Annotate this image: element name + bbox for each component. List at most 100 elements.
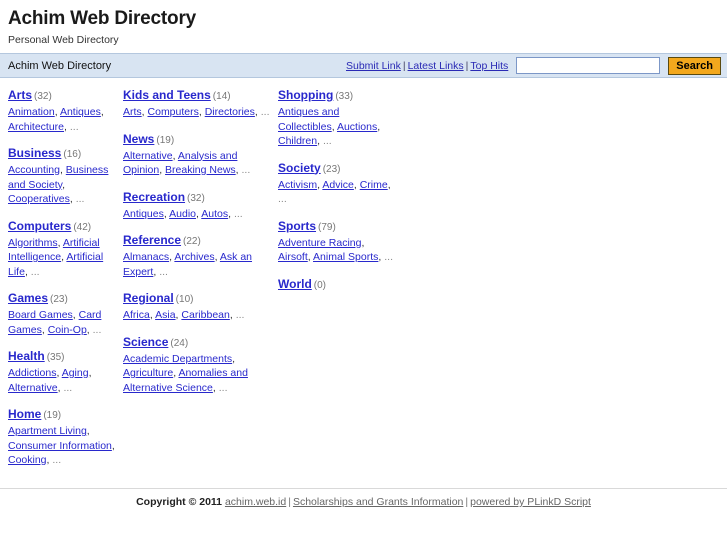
subcategory-link[interactable]: Coin-Op bbox=[48, 324, 87, 336]
subcategory-link[interactable]: Board Games bbox=[8, 309, 73, 321]
subcategory-link[interactable]: Antiques bbox=[60, 106, 101, 118]
page-footer: Copyright © 2011 achim.web.id | Scholarshi… bbox=[0, 488, 727, 508]
subcategory-link[interactable]: Antiques and Collectibles bbox=[278, 106, 339, 133]
subcategory-link[interactable]: Addictions bbox=[8, 367, 56, 379]
category-link[interactable]: Regional bbox=[123, 291, 174, 305]
category-link[interactable]: Health bbox=[8, 349, 45, 363]
category-count: (42) bbox=[73, 221, 92, 233]
subcategory-link[interactable]: Asia bbox=[155, 309, 175, 321]
category-link[interactable]: Society bbox=[278, 161, 321, 175]
category-block: Regional (10) Africa, Asia, Caribbean, ... bbox=[123, 291, 278, 323]
subcategory-more: ... bbox=[75, 193, 85, 205]
category-link[interactable]: Sports bbox=[278, 219, 316, 233]
subcategory-list: Apartment Living, Consumer Information, … bbox=[8, 424, 123, 468]
category-link[interactable]: Reference bbox=[123, 233, 181, 247]
category-heading: Shopping (33) bbox=[278, 88, 393, 104]
subcategory-link[interactable]: Accounting bbox=[8, 164, 60, 176]
category-link[interactable]: Kids and Teens bbox=[123, 88, 211, 102]
category-block: Recreation (32) Antiques, Audio, Autos, ..… bbox=[123, 190, 278, 222]
subcategory-list: Adventure Racing, Airsoft, Animal Sports… bbox=[278, 236, 393, 265]
category-column-1: Kids and Teens (14) Arts, Computers, Direc… bbox=[123, 88, 278, 407]
category-link[interactable]: Home bbox=[8, 407, 41, 421]
subcategory-link[interactable]: Caribbean bbox=[181, 309, 229, 321]
subcategory-link[interactable]: Almanacs bbox=[123, 251, 169, 263]
subcategory-link[interactable]: Audio bbox=[169, 208, 196, 220]
site-tagline: Personal Web Directory bbox=[8, 34, 119, 46]
subcategory-link[interactable]: Antiques bbox=[123, 208, 164, 220]
footer-link-site[interactable]: achim.web.id bbox=[225, 496, 286, 508]
category-link[interactable]: Recreation bbox=[123, 190, 185, 204]
navbar-right-group: Submit Link | Latest Links | Top Hits Search bbox=[346, 56, 721, 75]
subcategory-link[interactable]: Academic Departments bbox=[123, 353, 232, 365]
navigation-bar: Achim Web Directory Submit Link | Latest L… bbox=[0, 53, 727, 78]
footer-link-powered-by[interactable]: powered by PLinkD Script bbox=[470, 496, 591, 508]
category-link[interactable]: Games bbox=[8, 291, 48, 305]
subcategory-link[interactable]: Children bbox=[278, 135, 317, 147]
submit-link[interactable]: Submit Link bbox=[346, 60, 401, 72]
search-button[interactable]: Search bbox=[668, 56, 721, 75]
subcategory-more: ... bbox=[241, 164, 251, 176]
subcategory-link[interactable]: Adventure Racing bbox=[278, 237, 361, 249]
subcategory-link[interactable]: Cooperatives bbox=[8, 193, 70, 205]
subcategory-link[interactable]: Cooking bbox=[8, 454, 47, 466]
category-link[interactable]: Science bbox=[123, 335, 168, 349]
search-input[interactable] bbox=[516, 57, 661, 74]
category-link[interactable]: Shopping bbox=[278, 88, 333, 102]
category-count: (14) bbox=[212, 91, 231, 102]
subcategory-more: ... bbox=[235, 309, 245, 321]
subcategory-link[interactable]: Aging bbox=[62, 367, 89, 379]
category-link[interactable]: Business bbox=[8, 146, 61, 160]
subcategory-link[interactable]: Alternative bbox=[123, 150, 173, 162]
category-heading: Sports (79) bbox=[278, 219, 393, 235]
subcategory-link[interactable]: Activism bbox=[278, 179, 317, 191]
subcategory-link[interactable]: Animation bbox=[8, 106, 55, 118]
subcategory-link[interactable]: Advice bbox=[322, 179, 354, 191]
category-count: (19) bbox=[156, 134, 175, 146]
directory-content: Arts (32) Animation, Antiques, Architectur… bbox=[0, 78, 727, 468]
subcategory-link[interactable]: Africa bbox=[123, 309, 150, 321]
category-count: (10) bbox=[175, 294, 194, 305]
footer-separator-1: | bbox=[288, 496, 291, 508]
subcategory-link[interactable]: Agriculture bbox=[123, 367, 173, 379]
category-link[interactable]: Computers bbox=[8, 219, 71, 233]
nav-separator-1: | bbox=[402, 59, 406, 72]
subcategory-more: ... bbox=[30, 265, 40, 278]
subcategory-list: Algorithms, Artificial Intelligence, Art… bbox=[8, 236, 123, 280]
subcategory-list: Antiques and Collectibles, Auctions, Chi… bbox=[278, 105, 393, 149]
category-heading: Health (35) bbox=[8, 349, 123, 365]
subcategory-link[interactable]: Breaking News bbox=[165, 164, 236, 176]
subcategory-link[interactable]: Computers bbox=[148, 106, 199, 118]
category-block: Health (35) Addictions, Aging, Alternative… bbox=[8, 349, 123, 395]
category-block: Kids and Teens (14) Arts, Computers, Direc… bbox=[123, 88, 278, 120]
subcategory-more: ... bbox=[69, 120, 79, 133]
subcategory-link[interactable]: Auctions bbox=[337, 121, 377, 133]
category-link[interactable]: World bbox=[278, 277, 312, 291]
subcategory-more: ... bbox=[218, 381, 228, 394]
subcategory-link[interactable]: Architecture bbox=[8, 121, 64, 133]
subcategory-link[interactable]: Alternative bbox=[8, 382, 58, 394]
subcategory-link[interactable]: Archives bbox=[174, 251, 214, 263]
subcategory-link[interactable]: Consumer Information bbox=[8, 440, 112, 452]
footer-link-scholarships[interactable]: Scholarships and Grants Information bbox=[293, 496, 463, 508]
subcategory-link[interactable]: Directories bbox=[205, 106, 255, 118]
latest-links-link[interactable]: Latest Links bbox=[408, 60, 464, 72]
subcategory-link[interactable]: Apartment Living bbox=[8, 425, 87, 437]
subcategory-link[interactable]: Algorithms bbox=[8, 237, 58, 249]
category-block: Sports (79) Adventure Racing, Airsoft, Ani… bbox=[278, 219, 393, 265]
subcategory-more: ... bbox=[92, 323, 102, 336]
subcategory-list: Animation, Antiques, Architecture, ... bbox=[8, 105, 123, 134]
subcategory-separator: , bbox=[88, 367, 92, 379]
subcategory-link[interactable]: Animal Sports bbox=[313, 251, 378, 263]
category-count: (16) bbox=[63, 149, 82, 160]
subcategory-separator: , bbox=[361, 236, 365, 249]
subcategory-link[interactable]: Arts bbox=[123, 106, 142, 118]
category-link[interactable]: News bbox=[123, 132, 154, 146]
subcategory-link[interactable]: Airsoft bbox=[278, 251, 308, 263]
subcategory-link[interactable]: Autos bbox=[201, 208, 228, 220]
category-count: (19) bbox=[43, 410, 62, 421]
subcategory-list: Antiques, Audio, Autos, ... bbox=[123, 207, 278, 222]
category-count: (79) bbox=[318, 221, 336, 233]
category-link[interactable]: Arts bbox=[8, 88, 32, 102]
subcategory-link[interactable]: Crime bbox=[360, 179, 388, 191]
top-hits-link[interactable]: Top Hits bbox=[470, 60, 508, 72]
